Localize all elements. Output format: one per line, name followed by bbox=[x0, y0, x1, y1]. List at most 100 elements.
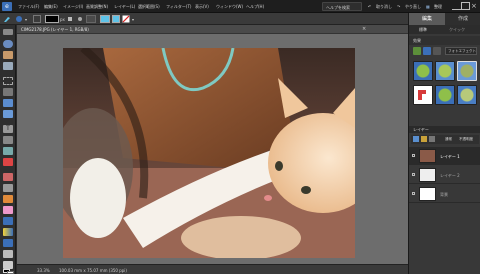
tablet-options-icon[interactable] bbox=[112, 15, 120, 23]
menu-view[interactable]: 表示(V) bbox=[195, 4, 209, 10]
layers-header-label: レイヤー bbox=[413, 127, 429, 132]
layer-name: レイヤー 2 bbox=[440, 173, 460, 178]
layer-styles-category-icon[interactable] bbox=[433, 47, 441, 55]
mode-toggle[interactable] bbox=[33, 15, 41, 23]
gradient-tool-icon[interactable] bbox=[3, 228, 13, 236]
layer-row-1[interactable]: レイヤー 1 bbox=[409, 147, 480, 165]
redo-icon[interactable]: ↷ bbox=[397, 2, 400, 11]
lasso-tool-icon[interactable] bbox=[3, 88, 13, 96]
clone-stamp-tool-icon[interactable] bbox=[3, 184, 13, 192]
subtab-quick[interactable]: クイック bbox=[449, 27, 465, 33]
shape-tool-icon[interactable] bbox=[3, 239, 13, 247]
subtab-full[interactable]: 標準 bbox=[419, 27, 427, 33]
size-unit-label: px bbox=[60, 17, 65, 22]
effect-thumb-2[interactable] bbox=[435, 61, 455, 81]
layer-row-3[interactable]: 背景 bbox=[409, 185, 480, 203]
visibility-eye-icon[interactable] bbox=[412, 154, 415, 157]
blur-tool-icon[interactable] bbox=[3, 250, 13, 258]
chevron-down-icon[interactable]: ▾ bbox=[25, 17, 27, 22]
app-logo: e bbox=[2, 2, 12, 11]
layer-thumbnail bbox=[419, 187, 436, 201]
paint-bucket-tool-icon[interactable] bbox=[3, 217, 13, 225]
tab-edit[interactable]: 編集 bbox=[409, 13, 445, 25]
pressure-icon[interactable] bbox=[76, 15, 84, 23]
menu-file[interactable]: ファイル(F) bbox=[18, 4, 39, 10]
sponge-tool-icon[interactable] bbox=[3, 261, 13, 269]
delete-layer-icon[interactable] bbox=[429, 136, 435, 142]
close-document-icon[interactable]: × bbox=[362, 26, 366, 32]
brush-preset-icon[interactable] bbox=[3, 15, 11, 23]
menu-image[interactable]: イメージ(I) bbox=[63, 4, 83, 10]
effect-thumb-4[interactable] bbox=[413, 85, 433, 105]
layers-options-row: 通常 不透明度 bbox=[411, 135, 479, 144]
undo-button[interactable]: 取り消し bbox=[376, 2, 392, 11]
crop-tool-icon[interactable] bbox=[3, 136, 13, 144]
undo-icon[interactable]: ↶ bbox=[368, 2, 371, 11]
eyedropper-tool-icon[interactable] bbox=[3, 62, 13, 70]
opacity-field[interactable] bbox=[86, 15, 96, 23]
airbrush-icon[interactable] bbox=[66, 15, 74, 23]
help-search-field[interactable]: ヘルプを検索 bbox=[322, 2, 362, 11]
menu-select[interactable]: 選択範囲(S) bbox=[138, 4, 160, 10]
zoom-level[interactable]: 33.3% bbox=[37, 268, 50, 273]
document-info: 100.03 mm x 75.07 mm (350 ppi) bbox=[59, 268, 127, 273]
close-window-icon[interactable]: × bbox=[471, 2, 480, 10]
visibility-eye-icon[interactable] bbox=[412, 192, 415, 195]
brush-size-swatch[interactable] bbox=[45, 15, 59, 23]
organizer-button[interactable]: 整理 bbox=[434, 2, 442, 11]
status-bar: 33.3% 100.03 mm x 75.07 mm (350 ppi) bbox=[17, 264, 408, 274]
red-eye-tool-icon[interactable] bbox=[3, 158, 13, 166]
effects-filter-select[interactable]: フォトエフェクト bbox=[445, 47, 477, 55]
marquee-tool-icon[interactable] bbox=[3, 77, 13, 85]
help-search-label: ヘルプを検索 bbox=[326, 5, 350, 10]
document-tab[interactable]: CIMG2178.JPG (レイヤー 1, RGB/8) × bbox=[17, 25, 408, 34]
no-entry-icon[interactable] bbox=[122, 15, 130, 23]
effect-thumb-3[interactable] bbox=[457, 61, 477, 81]
hand-tool-icon[interactable] bbox=[3, 51, 13, 59]
tab-create[interactable]: 作成 bbox=[445, 13, 480, 25]
organizer-icon[interactable]: ▦ bbox=[426, 2, 430, 11]
layer-name: 背景 bbox=[440, 192, 448, 197]
move-tool-icon[interactable] bbox=[3, 29, 13, 35]
layer-thumbnail bbox=[419, 149, 436, 163]
filters-category-icon[interactable] bbox=[423, 47, 431, 55]
eraser-tool-icon[interactable] bbox=[3, 206, 13, 214]
brush-tip-icon[interactable] bbox=[15, 15, 23, 23]
effect-thumb-5[interactable] bbox=[435, 85, 455, 105]
visibility-eye-icon[interactable] bbox=[412, 173, 415, 176]
effects-filter-value: フォトエフェクト bbox=[448, 49, 476, 53]
zoom-tool-icon[interactable] bbox=[3, 40, 13, 48]
toolbox: T bbox=[0, 25, 16, 274]
menu-bar: e ファイル(F) 編集(E) イメージ(I) 画質調整(N) レイヤー(L) … bbox=[0, 0, 480, 13]
adjustment-layer-icon[interactable] bbox=[421, 136, 427, 142]
menu-help[interactable]: ヘルプ(H) bbox=[246, 4, 264, 10]
effects-panel-header: 効果 bbox=[409, 36, 480, 45]
effect-thumb-1[interactable] bbox=[413, 61, 433, 81]
effects-category-icon[interactable] bbox=[413, 47, 421, 55]
selection-brush-tool-icon[interactable] bbox=[3, 110, 13, 118]
canvas-area[interactable] bbox=[17, 34, 408, 264]
tool-options-bar: ▾ px ▾ bbox=[0, 13, 408, 25]
spot-healing-tool-icon[interactable] bbox=[3, 173, 13, 181]
minimize-icon[interactable] bbox=[452, 2, 461, 10]
maximize-icon[interactable] bbox=[461, 2, 470, 10]
brush-tool-icon[interactable] bbox=[3, 195, 13, 203]
options-chevron-icon[interactable]: ▾ bbox=[132, 17, 134, 22]
effects-thumbnail-grid bbox=[413, 61, 479, 119]
menu-window[interactable]: ウィンドウ(W) bbox=[216, 4, 243, 10]
magic-wand-tool-icon[interactable] bbox=[3, 99, 13, 107]
opacity-label: 不透明度 bbox=[459, 137, 473, 141]
redo-button[interactable]: やり直し bbox=[405, 2, 421, 11]
menu-layer[interactable]: レイヤー(L) bbox=[114, 4, 135, 10]
new-layer-icon[interactable] bbox=[413, 136, 419, 142]
type-tool-icon[interactable]: T bbox=[3, 125, 13, 133]
menu-enhance[interactable]: 画質調整(N) bbox=[86, 4, 108, 10]
menu-edit[interactable]: 編集(E) bbox=[44, 4, 58, 10]
blend-mode-select[interactable]: 通常 bbox=[445, 137, 452, 142]
color-swatch[interactable] bbox=[100, 15, 110, 23]
menu-filter[interactable]: フィルター(T) bbox=[166, 4, 191, 10]
recompose-tool-icon[interactable] bbox=[3, 147, 13, 155]
layer-row-2[interactable]: レイヤー 2 bbox=[409, 166, 480, 184]
effect-thumb-6[interactable] bbox=[457, 85, 477, 105]
document-photo[interactable] bbox=[63, 48, 355, 258]
